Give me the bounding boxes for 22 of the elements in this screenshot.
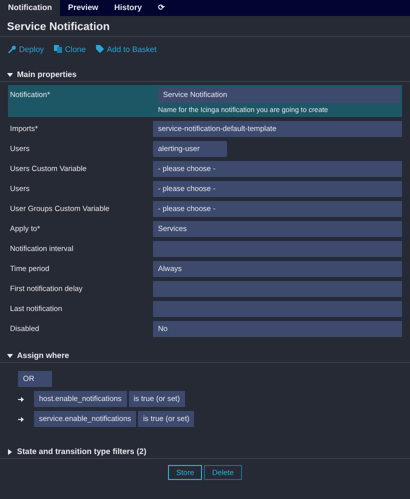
- arrow-icon: [18, 416, 24, 422]
- section-title: Main properties: [17, 70, 77, 79]
- section-title: State and transition type filters (2): [17, 447, 146, 456]
- action-link[interactable]: Clone: [54, 44, 86, 54]
- page-title: Service Notification: [0, 16, 410, 37]
- action-link[interactable]: Add to Basket: [96, 44, 157, 54]
- tab[interactable]: ⟳: [150, 0, 173, 16]
- tag-icon: [96, 45, 104, 53]
- copy-icon: [54, 45, 62, 53]
- tab[interactable]: History: [106, 0, 150, 16]
- wrench-icon: [8, 45, 16, 53]
- tab[interactable]: Preview: [60, 0, 106, 16]
- input-field[interactable]: [153, 281, 402, 297]
- input-field[interactable]: [153, 301, 402, 317]
- arrow-icon: [18, 396, 24, 402]
- section-title: Assign where: [17, 351, 70, 360]
- expand-triangle-icon[interactable]: [7, 448, 13, 454]
- collapse-triangle-icon[interactable]: [7, 352, 13, 358]
- action-link[interactable]: Deploy: [8, 44, 44, 54]
- input-field[interactable]: [153, 241, 402, 257]
- tab[interactable]: Notification: [0, 0, 60, 16]
- collapse-triangle-icon[interactable]: [7, 72, 13, 78]
